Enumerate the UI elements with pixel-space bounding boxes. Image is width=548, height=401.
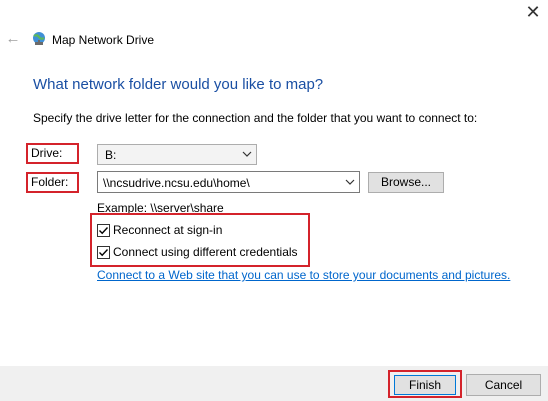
finish-button[interactable]: Finish xyxy=(394,375,456,395)
drive-select-value: B: xyxy=(105,148,117,162)
drive-select[interactable]: B: xyxy=(97,144,257,165)
instructions-text: Specify the drive letter for the connect… xyxy=(33,111,478,125)
cancel-button[interactable]: Cancel xyxy=(466,374,541,396)
browse-button[interactable]: Browse... xyxy=(368,172,444,193)
folder-input-value: \\ncsudrive.ncsu.edu\home\ xyxy=(103,176,250,190)
page-heading: What network folder would you like to ma… xyxy=(33,76,324,93)
drive-label: Drive: xyxy=(26,143,79,164)
reconnect-label[interactable]: Reconnect at sign-in xyxy=(113,223,222,237)
different-credentials-label[interactable]: Connect using different credentials xyxy=(113,245,298,259)
web-site-link[interactable]: Connect to a Web site that you can use t… xyxy=(97,268,510,282)
chevron-down-icon xyxy=(241,148,253,160)
example-text: Example: \\server\share xyxy=(97,201,224,215)
network-drive-icon xyxy=(31,31,47,47)
back-arrow-icon[interactable]: ← xyxy=(4,30,22,48)
close-button[interactable]: ✕ xyxy=(522,2,544,24)
reconnect-checkbox[interactable] xyxy=(97,224,110,237)
window-title: Map Network Drive xyxy=(52,33,155,47)
folder-input[interactable]: \\ncsudrive.ncsu.edu\home\ xyxy=(97,171,360,193)
different-credentials-checkbox[interactable] xyxy=(97,246,110,259)
folder-label: Folder: xyxy=(26,172,79,193)
chevron-down-icon[interactable] xyxy=(344,176,356,188)
